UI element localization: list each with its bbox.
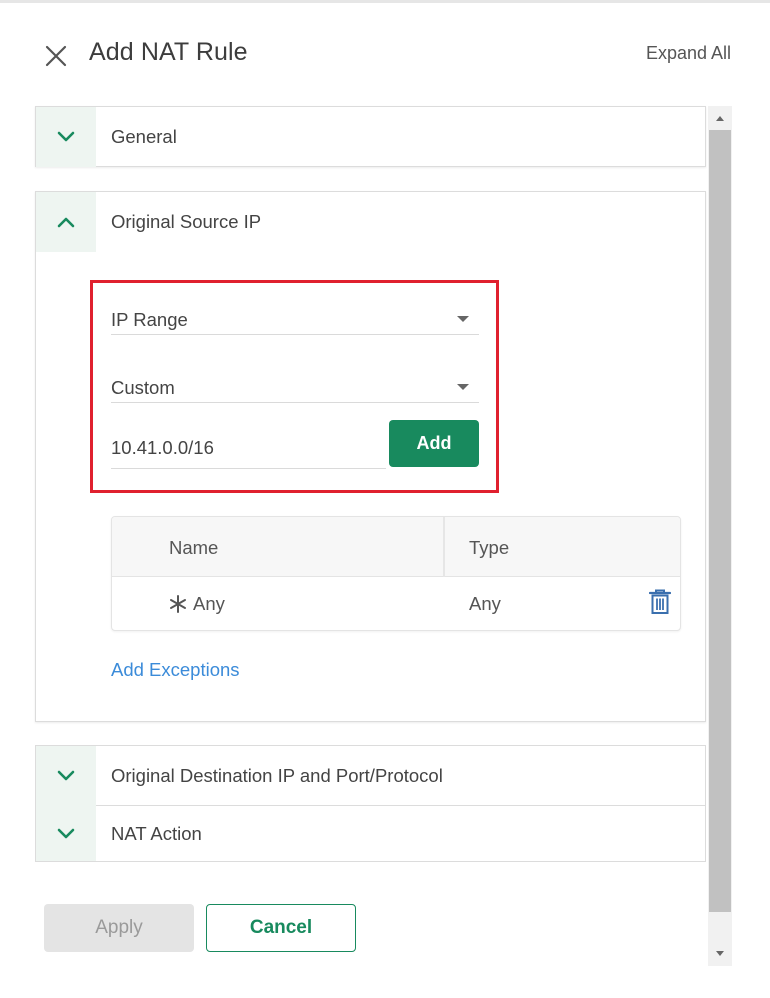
column-divider [443, 517, 445, 577]
section-title: NAT Action [111, 822, 202, 844]
scrollbar-thumb[interactable] [709, 130, 731, 912]
expand-all-link[interactable]: Expand All [646, 43, 731, 64]
cell-name: Any [169, 593, 225, 615]
section-title: General [111, 126, 177, 147]
column-header-name[interactable]: Name [169, 537, 218, 559]
add-exceptions-link[interactable]: Add Exceptions [111, 659, 240, 681]
table-header: Name Type [112, 517, 680, 577]
cell-name-text: Any [193, 593, 225, 614]
column-header-type[interactable]: Type [469, 537, 509, 559]
page-title: Add NAT Rule [89, 38, 248, 66]
chevron-down-icon [36, 806, 96, 861]
section-original-destination: Original Destination IP and Port/Protoco… [35, 745, 706, 806]
top-divider [0, 0, 770, 3]
dialog-header: Add NAT Rule Expand All [0, 26, 770, 82]
chevron-down-icon [36, 107, 96, 167]
scroll-up-arrow-icon[interactable] [708, 106, 732, 130]
chevron-down-icon [36, 746, 96, 806]
section-title: Original Destination IP and Port/Protoco… [111, 765, 443, 786]
source-table: Name Type Any Any [111, 516, 681, 631]
section-general: General [35, 106, 706, 167]
scroll-down-arrow-icon[interactable] [708, 942, 732, 966]
table-row: Any Any [112, 577, 680, 630]
highlight-box [90, 280, 499, 493]
asterisk-icon [170, 595, 186, 613]
section-nat-action-header[interactable]: NAT Action [36, 806, 705, 861]
chevron-up-icon [36, 192, 96, 252]
section-general-header[interactable]: General [36, 107, 705, 167]
vertical-scrollbar[interactable] [708, 106, 732, 966]
section-original-source-header[interactable]: Original Source IP [36, 192, 705, 252]
cancel-button[interactable]: Cancel [206, 904, 356, 952]
trash-icon[interactable] [648, 589, 672, 615]
close-icon[interactable] [42, 42, 70, 70]
section-original-destination-header[interactable]: Original Destination IP and Port/Protoco… [36, 746, 705, 806]
section-title: Original Source IP [111, 211, 262, 232]
apply-button[interactable]: Apply [44, 904, 194, 952]
cell-type: Any [469, 593, 501, 614]
section-nat-action: NAT Action [35, 806, 706, 862]
